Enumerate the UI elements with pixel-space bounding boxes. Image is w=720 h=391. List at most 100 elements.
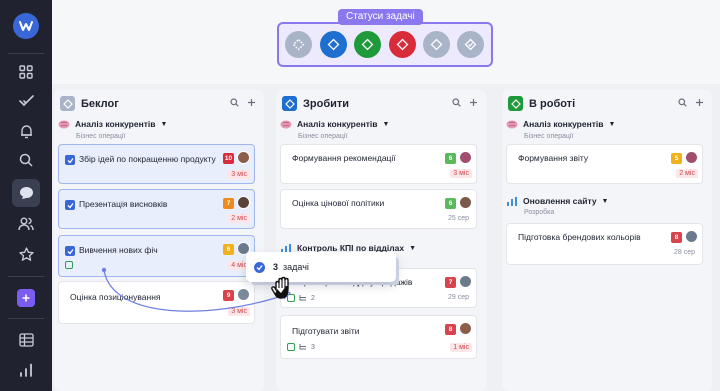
group-name: Аналіз конкурентів [75,119,156,129]
due-date: 3 міс [228,307,250,316]
column-title: В роботі [529,97,576,110]
task-title: Формування звіту [518,153,589,163]
priority-badge: 10 [223,153,234,164]
checkbox-checked[interactable] [65,155,75,165]
avatar[interactable] [459,151,472,164]
table-icon[interactable] [16,330,36,350]
chevron-down-icon[interactable]: ▼ [383,121,390,128]
chevron-down-icon[interactable]: ▼ [609,121,616,128]
priority-badge: 5 [671,153,682,164]
group-header[interactable]: Оновлення сайту ▼ [506,196,608,206]
priority-badge: 7 [223,198,234,209]
column-title: Беклог [81,97,119,110]
due-date: 1 міс [450,343,472,352]
drag-count: 3 [273,262,279,272]
add-icon[interactable] [695,98,704,109]
task-title: Презентація висновків [79,199,168,209]
task-meta: 3 [287,343,315,351]
users-icon[interactable] [16,214,36,234]
group-name: Оновлення сайту [523,196,597,206]
task-card[interactable]: Вивчення нових фіч 6 4 міс [58,235,255,277]
priority-badge: 8 [445,324,456,335]
group-subtitle: Бізнес операції [76,133,126,140]
subtask-icon [287,343,295,351]
subtask-icon [65,261,73,269]
chart-icon [507,196,517,206]
side-navigation [0,0,52,391]
bell-icon[interactable] [16,121,36,141]
app-logo[interactable] [13,13,39,39]
avatar[interactable] [237,196,250,209]
status-option-in-progress[interactable] [354,31,381,58]
chat-icon[interactable] [12,179,40,207]
checkbox-checked[interactable] [65,246,75,256]
task-card[interactable]: Оцінка цінової політики 6 25 сер [280,189,477,229]
group-subtitle: Розробка [524,209,555,216]
task-title: Формування рекомендації [292,153,396,163]
avatar[interactable] [685,230,698,243]
status-in-progress-icon [508,96,523,111]
chevron-down-icon[interactable]: ▼ [409,245,416,252]
chevron-down-icon[interactable]: ▼ [602,198,609,205]
task-card[interactable]: Підготовка брендових кольорів 8 28 сер [506,223,703,265]
diamond-icon [327,38,340,51]
task-card[interactable]: Презентація висновків 7 2 міс [58,189,255,229]
column-title: Зробити [303,97,350,110]
task-title: Збір ідей по покращенню продукту [79,154,216,164]
rail-divider [8,53,44,54]
task-title: Вивчення нових фіч [79,245,158,255]
brain-icon [58,120,70,128]
rail-divider [8,276,44,277]
kanban-board: Беклог Аналіз конкурентів ▼ Бізнес опера… [52,0,720,391]
avatar[interactable] [459,196,472,209]
group-header[interactable]: Аналіз конкурентів ▼ [280,119,389,129]
due-date: 28 сер [673,249,695,256]
avatar[interactable] [237,151,250,164]
search-icon[interactable] [678,98,687,109]
drag-count-label: 3 задачі [273,262,309,272]
priority-badge: 8 [671,232,682,243]
task-card[interactable]: Формування рекомендації 6 3 міс [280,144,477,184]
avatar[interactable] [237,288,250,301]
task-card[interactable]: Формування звіту 5 2 міс [506,144,703,184]
apps-icon[interactable] [16,62,36,82]
avatar[interactable] [459,275,472,288]
due-date: 2 міс [228,214,250,223]
status-option-review[interactable] [423,31,450,58]
status-option-todo[interactable] [320,31,347,58]
task-card[interactable]: Підготувати звіти 8 3 1 міс [280,315,477,359]
priority-badge: 6 [445,198,456,209]
chart-icon[interactable] [16,360,36,380]
add-icon[interactable] [17,289,35,307]
search-icon[interactable] [230,98,239,109]
status-backlog-icon [60,96,75,111]
task-card[interactable]: Збір ідей по покращенню продукту 10 3 мі… [58,144,255,184]
subtask-count: 2 [311,294,315,302]
brain-icon [506,120,518,128]
search-icon[interactable] [16,150,36,170]
status-option-done[interactable] [457,31,484,58]
brain-icon [280,120,292,128]
check-icon[interactable] [16,91,36,111]
due-date: 2 міс [676,169,698,178]
star-icon[interactable] [16,244,36,264]
search-icon[interactable] [452,98,461,109]
drag-preview[interactable]: 3 задачі [246,252,396,282]
avatar[interactable] [685,151,698,164]
diamond-icon [430,38,443,51]
column-todo: Зробити Аналіз конкурентів ▼ Бізнес опер… [276,90,486,391]
due-date: 3 міс [450,169,472,178]
status-option-backlog[interactable] [285,31,312,58]
checkbox-checked[interactable] [65,200,75,210]
avatar[interactable] [459,322,472,335]
group-header[interactable]: Аналіз конкурентів ▼ [58,119,167,129]
column-in-progress: В роботі Аналіз конкурентів ▼ Бізнес опе… [502,90,712,391]
subtasks-icon [299,344,306,350]
group-header[interactable]: Аналіз конкурентів ▼ [506,119,615,129]
chevron-down-icon[interactable]: ▼ [161,121,168,128]
status-option-blocked[interactable] [389,31,416,58]
task-title: Підготовка брендових кольорів [518,232,641,242]
add-icon[interactable] [247,98,256,109]
task-card[interactable]: Оцінка позиціонування 9 3 міс [58,281,255,324]
add-icon[interactable] [469,98,478,109]
